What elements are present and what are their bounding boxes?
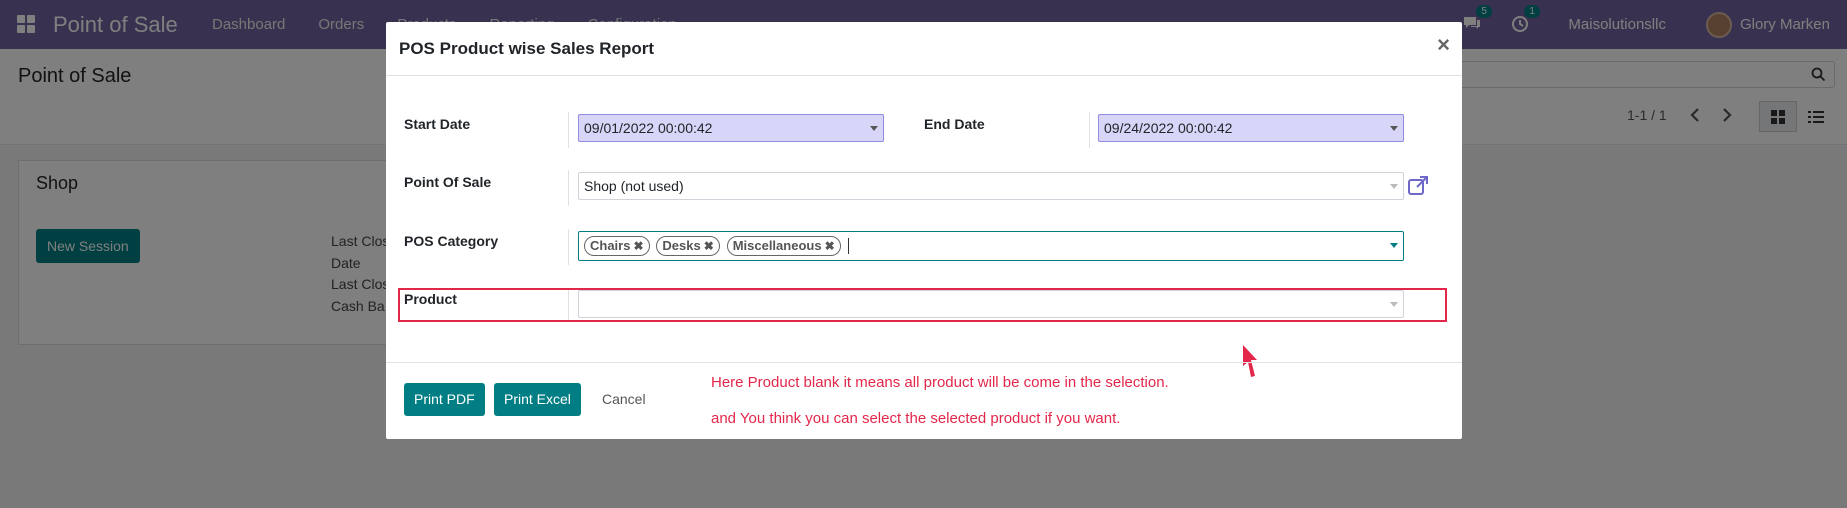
start-date-value: 09/01/2022 00:00:42: [584, 120, 713, 136]
category-tag: Desks ✖: [656, 236, 720, 256]
point-of-sale-value: Shop (not used): [584, 178, 684, 194]
chevron-down-icon[interactable]: [1390, 243, 1398, 248]
external-link-icon[interactable]: [1406, 174, 1432, 200]
chevron-down-icon[interactable]: [1390, 184, 1398, 189]
chevron-down-icon[interactable]: [1390, 126, 1398, 131]
point-of-sale-label: Point Of Sale: [404, 174, 492, 190]
field-separator: [1089, 112, 1090, 148]
print-pdf-button[interactable]: Print PDF: [404, 383, 485, 416]
pos-category-field[interactable]: Chairs ✖ Desks ✖ Miscellaneous ✖: [578, 231, 1404, 261]
remove-tag-icon[interactable]: ✖: [633, 239, 643, 253]
remove-tag-icon[interactable]: ✖: [825, 239, 835, 253]
category-tag-label: Miscellaneous: [732, 238, 822, 253]
text-cursor: [847, 238, 849, 255]
category-tag-label: Chairs: [590, 238, 631, 253]
dialog-header: POS Product wise Sales Report ×: [386, 22, 1462, 76]
field-separator: [568, 170, 569, 206]
end-date-value: 09/24/2022 00:00:42: [1104, 120, 1233, 136]
category-tag: Chairs ✖: [584, 236, 650, 256]
end-date-field[interactable]: 09/24/2022 00:00:42: [1098, 114, 1404, 142]
point-of-sale-field[interactable]: Shop (not used): [578, 172, 1404, 200]
annotation-note-line: and You think you can select the selecte…: [711, 410, 1121, 427]
end-date-label: End Date: [924, 116, 985, 132]
remove-tag-icon[interactable]: ✖: [704, 239, 714, 253]
print-excel-button[interactable]: Print Excel: [494, 383, 581, 416]
cancel-button[interactable]: Cancel: [602, 391, 646, 407]
pos-category-label: POS Category: [404, 233, 499, 249]
start-date-label: Start Date: [404, 116, 471, 132]
close-icon[interactable]: ×: [1437, 34, 1450, 56]
annotation-note-line: Here Product blank it means all product …: [711, 374, 1169, 391]
dialog-footer: Print PDF Print Excel Cancel Here Produc…: [386, 362, 1462, 439]
report-dialog: POS Product wise Sales Report × Start Da…: [386, 22, 1462, 439]
field-separator: [568, 229, 569, 265]
annotation-highlight-box: [398, 288, 1447, 322]
start-date-field[interactable]: 09/01/2022 00:00:42: [578, 114, 884, 142]
field-separator: [568, 112, 569, 148]
chevron-down-icon[interactable]: [870, 126, 878, 131]
dialog-title: POS Product wise Sales Report: [399, 39, 655, 58]
category-tag-label: Desks: [662, 238, 701, 253]
category-tag: Miscellaneous ✖: [726, 236, 841, 256]
